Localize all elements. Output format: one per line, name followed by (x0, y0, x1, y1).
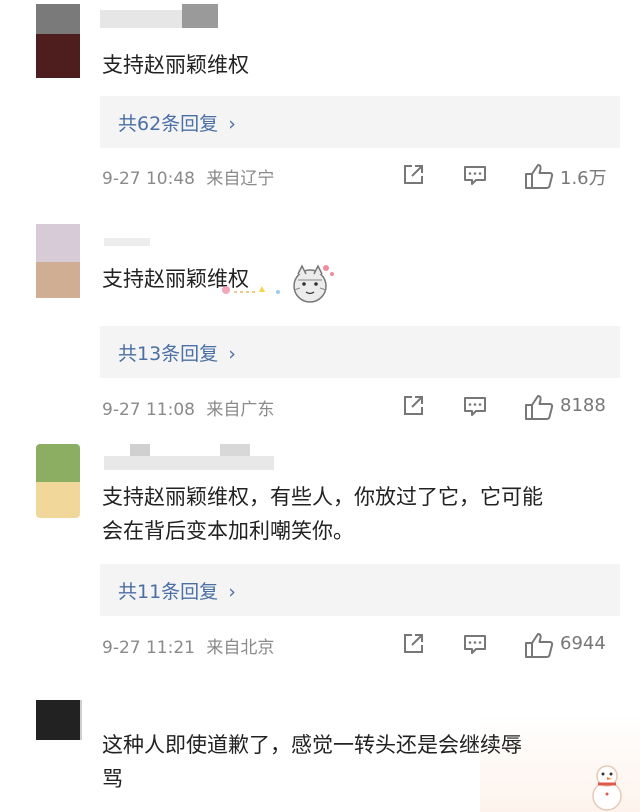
chevron-right-icon: › (228, 343, 236, 365)
chevron-right-icon: › (228, 581, 236, 603)
action-bar: 6944 (400, 631, 620, 659)
avatar[interactable] (36, 700, 80, 740)
share-icon (404, 165, 423, 184)
like-button[interactable]: 1.6万 (524, 162, 620, 190)
timestamp: 9-27 10:48 (102, 169, 195, 189)
timestamp: 9-27 11:21 (102, 638, 195, 658)
username-blurred[interactable] (104, 238, 150, 246)
username-blurred[interactable] (104, 456, 274, 470)
location: 来自广东 (206, 400, 275, 420)
like-count: 8188 (560, 395, 606, 416)
thumbs-up-icon (525, 164, 554, 189)
share-button[interactable] (400, 631, 426, 659)
comment-icon (464, 635, 486, 654)
cat-sticker-image (218, 262, 336, 306)
like-count: 1.6万 (560, 168, 607, 189)
thumbs-up-icon (525, 633, 554, 658)
thumbs-up-icon (525, 395, 554, 420)
comment-text: 支持赵丽颖维权，有些人，你放过了它，它可能 会在背后变本加利嘲笑你。 (102, 485, 543, 543)
action-bar: 8188 (400, 393, 620, 421)
share-button[interactable] (400, 393, 426, 421)
reply-box[interactable]: 共13条回复 › (100, 326, 620, 378)
action-bar: 1.6万 (400, 162, 620, 190)
comment-meta: 9-27 11:21 来自北京 (102, 633, 274, 658)
view-replies-link[interactable]: 共62条回复 › (118, 109, 236, 136)
like-button[interactable]: 8188 (524, 393, 620, 421)
share-button[interactable] (400, 162, 426, 190)
comment-button[interactable] (462, 393, 488, 421)
avatar[interactable] (36, 224, 80, 298)
avatar[interactable] (36, 444, 80, 518)
snowman-decoration-icon (592, 765, 622, 811)
share-icon (404, 634, 423, 653)
reply-box[interactable]: 共11条回复 › (100, 564, 620, 616)
comment-button[interactable] (462, 631, 488, 659)
comment-meta: 9-27 10:48 来自辽宁 (102, 164, 274, 189)
view-replies-link[interactable]: 共11条回复 › (118, 577, 236, 604)
reply-box[interactable]: 共62条回复 › (100, 96, 620, 148)
location: 来自北京 (206, 638, 275, 658)
comment-icon (464, 166, 486, 185)
view-replies-link[interactable]: 共13条回复 › (118, 339, 236, 366)
location: 来自辽宁 (206, 169, 275, 189)
comment-text: 支持赵丽颖维权 (102, 53, 249, 77)
like-button[interactable]: 6944 (524, 631, 620, 659)
comment-text: 支持赵丽颖维权 (102, 267, 249, 291)
username-blurred[interactable] (100, 10, 190, 28)
like-count: 6944 (560, 633, 606, 654)
share-icon (404, 396, 423, 415)
comment-text: 这种人即使道歉了，感觉一转头还是会继续辱 骂 (102, 733, 522, 791)
timestamp: 9-27 11:08 (102, 400, 195, 420)
avatar[interactable] (36, 4, 80, 78)
comment-meta: 9-27 11:08 来自广东 (102, 395, 274, 420)
comment-icon (464, 397, 486, 416)
comment-button[interactable] (462, 162, 488, 190)
chevron-right-icon: › (228, 113, 236, 135)
